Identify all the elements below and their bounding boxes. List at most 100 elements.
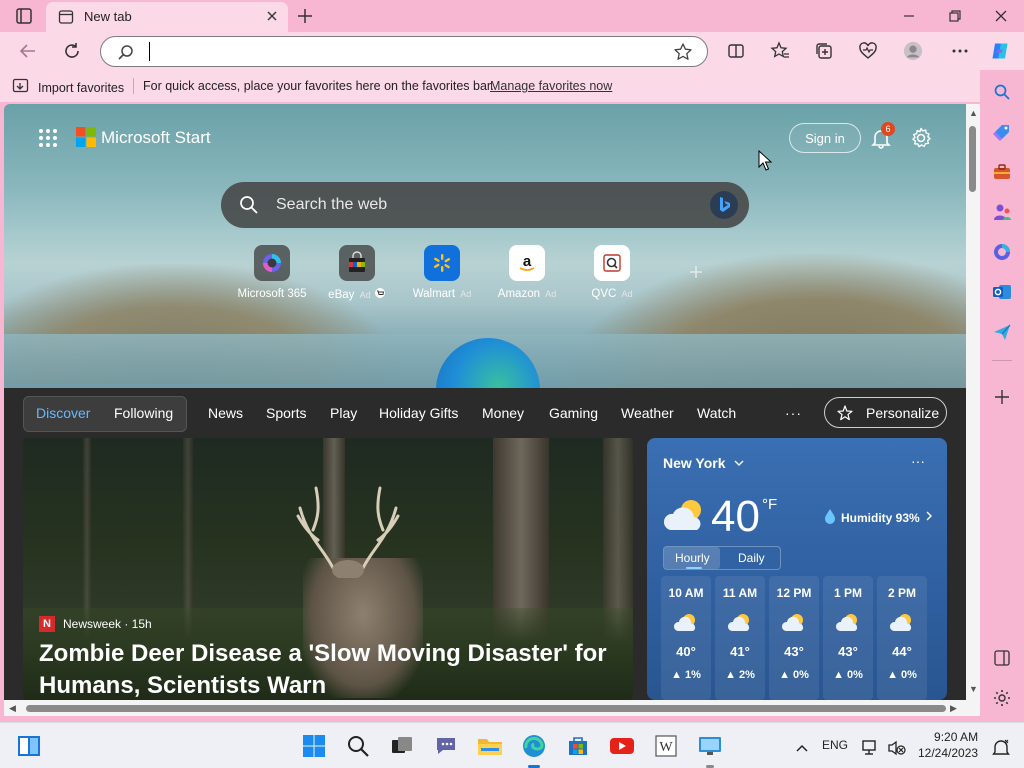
youtube-icon[interactable] [609, 733, 635, 759]
desktop-widget-icon[interactable] [16, 733, 42, 759]
browser-essentials-icon[interactable] [858, 41, 878, 61]
collections-icon[interactable] [814, 41, 834, 61]
sign-in-button[interactable]: Sign in [789, 123, 861, 153]
search-icon[interactable] [992, 82, 1012, 102]
more-categories-button[interactable]: ··· [785, 405, 802, 421]
sidebar-divider [992, 360, 1012, 361]
tools-briefcase-icon[interactable] [992, 162, 1012, 182]
file-explorer-icon[interactable] [477, 733, 503, 759]
scroll-up-arrow-icon[interactable]: ▲ [969, 108, 978, 118]
language-indicator[interactable]: ENG [822, 738, 848, 752]
remote-desktop-icon[interactable] [697, 733, 723, 759]
nav-sports[interactable]: Sports [266, 405, 306, 421]
settings-more-icon[interactable] [950, 41, 970, 61]
refresh-icon[interactable] [62, 41, 82, 61]
outlook-icon[interactable] [992, 282, 1012, 302]
split-screen-icon[interactable] [726, 41, 746, 61]
weather-more-options[interactable]: ··· [911, 453, 925, 469]
nav-watch[interactable]: Watch [697, 405, 736, 421]
close-tab-icon[interactable] [264, 8, 280, 24]
add-favorite-star-icon[interactable] [673, 42, 693, 62]
games-icon[interactable] [992, 202, 1012, 222]
brand-title[interactable]: Microsoft Start [101, 128, 211, 148]
app-launcher-icon[interactable] [38, 128, 58, 148]
story-headline[interactable]: Zombie Deer Disease a 'Slow Moving Disas… [39, 638, 619, 700]
web-search-box[interactable]: Search the web [221, 182, 749, 228]
weather-card[interactable]: New York ··· 40 °F Humidity 93% Hourly D… [647, 438, 947, 700]
hourly-forecast-item[interactable]: 10 AM 40° ▲ 1% [661, 576, 711, 700]
hourly-forecast-item[interactable]: 1 PM 43° ▲ 0% [823, 576, 873, 700]
import-favorites-link[interactable]: Import favorites [12, 78, 124, 97]
restore-icon[interactable] [943, 6, 967, 26]
notification-center-icon[interactable] [988, 735, 1014, 761]
nav-following[interactable]: Following [114, 405, 173, 421]
start-windows-icon[interactable] [301, 733, 327, 759]
nav-gaming[interactable]: Gaming [549, 405, 598, 421]
forecast-time: 2 PM [887, 586, 916, 600]
horizontal-scroll-thumb[interactable] [26, 705, 946, 712]
manage-favorites-link[interactable]: Manage favorites now [490, 79, 612, 93]
system-clock[interactable]: 9:20 AM 12/24/2023 [918, 729, 978, 761]
teams-chat-icon[interactable] [433, 733, 459, 759]
quick-link-walmart[interactable]: Walmart Ad [402, 245, 482, 300]
tab-new-tab[interactable]: New tab [46, 2, 288, 32]
top-story-card[interactable]: N Newsweek · 15h Zombie Deer Disease a '… [23, 438, 633, 700]
vertical-scrollbar[interactable]: ▲ ▼ [966, 104, 980, 700]
hourly-forecast-item[interactable]: 2 PM 44° ▲ 0% [877, 576, 927, 700]
address-bar[interactable] [100, 36, 708, 67]
quick-link-amazon[interactable]: a Amazon Ad [487, 245, 567, 300]
copilot-icon[interactable] [990, 41, 1010, 61]
weather-city[interactable]: New York [663, 455, 726, 471]
nav-play[interactable]: Play [330, 405, 357, 421]
volume-muted-icon[interactable] [884, 735, 910, 761]
nav-holiday-gifts[interactable]: Holiday Gifts [379, 405, 458, 421]
tab-hourly[interactable]: Hourly [675, 551, 710, 565]
chevron-right-icon [924, 510, 934, 525]
scroll-down-arrow-icon[interactable]: ▼ [969, 684, 978, 694]
nav-weather[interactable]: Weather [621, 405, 674, 421]
close-window-icon[interactable] [989, 6, 1013, 26]
hourly-forecast-item[interactable]: 11 AM 41° ▲ 2% [715, 576, 765, 700]
network-icon[interactable] [858, 735, 884, 761]
import-icon [12, 78, 30, 97]
page-settings-gear-icon[interactable] [910, 127, 932, 149]
tab-daily[interactable]: Daily [738, 551, 765, 565]
nav-money[interactable]: Money [482, 405, 524, 421]
address-input[interactable] [153, 40, 653, 64]
microsoft-365-icon[interactable] [992, 242, 1012, 262]
humidity-link[interactable]: Humidity 93% [823, 508, 934, 527]
show-hidden-icons-chevron-icon[interactable] [789, 735, 815, 761]
back-arrow-icon[interactable] [18, 41, 38, 61]
quick-link-qvc[interactable]: QVC Ad [572, 245, 652, 300]
new-tab-button[interactable] [296, 7, 314, 25]
sidebar-settings-gear-icon[interactable] [992, 688, 1012, 708]
bing-chat-icon[interactable] [709, 190, 739, 220]
hide-sidebar-icon[interactable] [992, 648, 1012, 668]
taskbar-search-icon[interactable] [345, 733, 371, 759]
add-shortcut-plus-icon[interactable] [688, 264, 704, 280]
add-sidebar-app-icon[interactable] [992, 387, 1012, 407]
forecast-time: 1 PM [833, 586, 862, 600]
vertical-scroll-thumb[interactable] [969, 126, 976, 192]
scroll-left-arrow-icon[interactable]: ◀ [9, 703, 16, 714]
microsoft-store-icon[interactable] [565, 733, 591, 759]
profile-avatar-icon[interactable] [903, 41, 923, 61]
drop-send-icon[interactable] [992, 322, 1012, 342]
temperature-unit[interactable]: °F [762, 496, 777, 513]
chevron-down-icon[interactable] [733, 456, 745, 468]
edge-browser-icon[interactable] [521, 733, 547, 759]
hourly-forecast-item[interactable]: 12 PM 43° ▲ 0% [769, 576, 819, 700]
nav-news[interactable]: News [208, 405, 243, 421]
favorites-icon[interactable] [770, 41, 790, 61]
shopping-tag-icon[interactable] [992, 122, 1012, 142]
tab-actions-icon[interactable] [10, 6, 38, 26]
minimize-icon[interactable] [897, 6, 921, 26]
personalize-button[interactable]: Personalize [824, 397, 947, 428]
nav-discover[interactable]: Discover [36, 405, 90, 421]
horizontal-scrollbar[interactable]: ◀ ▶ [4, 700, 980, 716]
task-view-icon[interactable] [389, 733, 415, 759]
quick-link-microsoft-365[interactable]: Microsoft 365 [232, 245, 312, 300]
wordpad-icon[interactable]: W [653, 733, 679, 759]
quick-link-ebay[interactable]: eBay Ad [317, 245, 397, 301]
scroll-right-arrow-icon[interactable]: ▶ [950, 703, 957, 714]
